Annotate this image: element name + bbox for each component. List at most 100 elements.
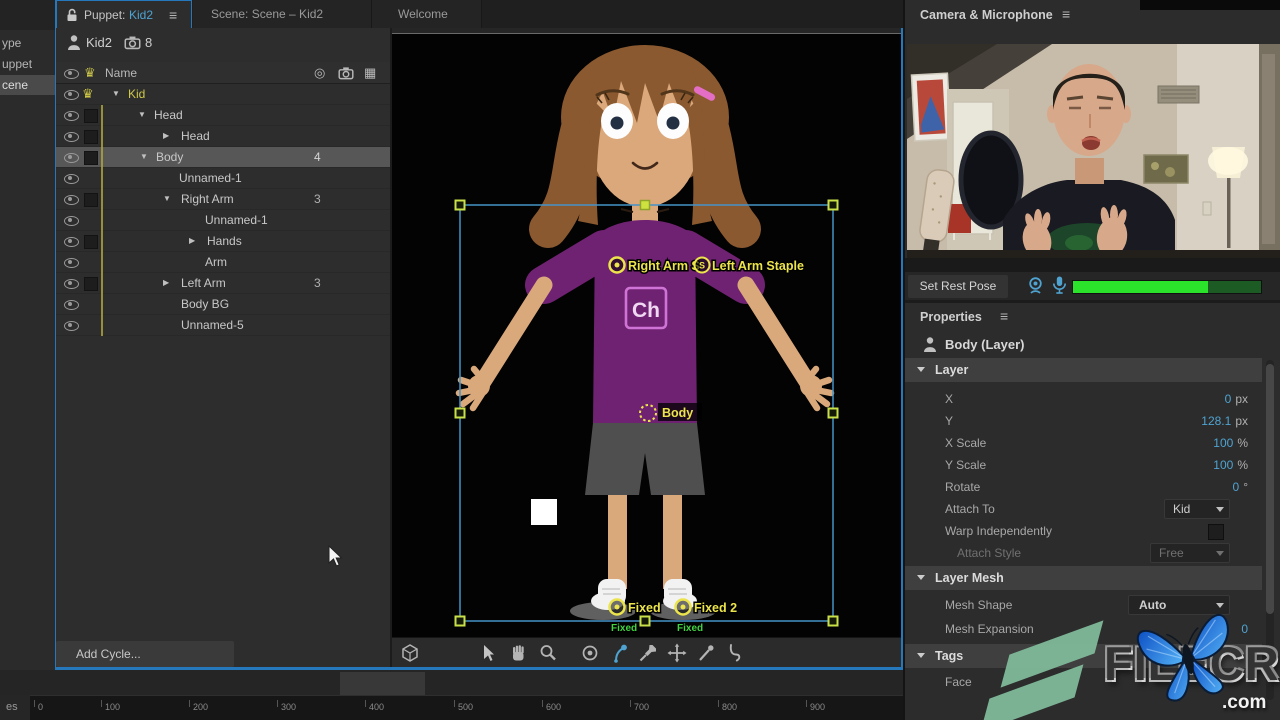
layer-name: Left Arm [181,273,226,293]
tag-checkbox[interactable] [84,277,98,291]
eye-icon[interactable] [64,216,79,226]
tag-checkbox[interactable] [84,151,98,165]
properties-menu-icon[interactable]: ≡ [1000,308,1008,324]
sidebar-item-type[interactable]: ype [0,33,55,53]
expand-arrow-icon[interactable]: ▶ [163,126,169,146]
mesh-column-icon[interactable]: ▦ [364,62,376,84]
expand-arrow-icon[interactable]: ▼ [112,84,120,104]
eye-icon[interactable] [64,153,79,163]
eye-icon[interactable] [64,132,79,142]
layer-row-unnamed5[interactable]: Unnamed-5 [56,315,390,336]
sidebar-item-scene[interactable]: cene [0,75,55,95]
takes-camera-icon[interactable] [124,35,141,50]
tag-checkbox[interactable] [84,109,98,123]
section-label: Tags [935,644,963,668]
tag-checkbox[interactable] [84,193,98,207]
eye-icon[interactable] [64,237,79,247]
webcam-letterbox [905,258,1280,272]
layer-row-unnamed1[interactable]: Unnamed-1 [56,168,390,189]
properties-title: Properties [920,310,982,324]
expand-arrow-icon[interactable]: ▼ [163,189,171,209]
sidebar-item-puppet[interactable]: uppet [0,54,55,74]
dropdown-value: Kid [1173,502,1190,516]
prop-value[interactable]: 0 [1241,622,1248,636]
chevron-down-icon [1216,551,1224,556]
pin-tool-icon[interactable] [638,643,658,663]
tab-puppet[interactable]: Puppet: Kid2 ≡ [56,0,192,28]
tab-welcome[interactable]: Welcome [372,0,482,28]
layer-row-hands[interactable]: ▶ Hands [56,231,390,252]
camera-input-icon[interactable] [1026,276,1045,295]
prop-label: Attach To [945,498,995,520]
section-layer[interactable]: Layer [905,358,1262,382]
eye-icon[interactable] [64,174,79,184]
prop-value[interactable]: 100 [1213,436,1233,450]
crown-column-icon: ♛ [84,62,96,84]
stick-tool-icon[interactable] [696,643,716,663]
section-label: Layer [935,358,968,382]
panel-menu-icon[interactable]: ≡ [169,1,177,29]
layer-row-head[interactable]: ▼ Head [56,105,390,126]
eye-icon[interactable] [64,321,79,331]
eye-icon[interactable] [64,90,79,100]
record-column-icon[interactable]: ◎ [314,62,325,84]
layer-row-kid[interactable]: ♛ ▼ Kid [56,84,390,105]
timeline-scroll-patch[interactable] [340,672,425,695]
section-chevron-down-icon [917,367,925,372]
takes-count: 8 [145,35,152,50]
warp-independently-checkbox[interactable] [1208,524,1224,540]
prop-value[interactable]: 0 [1225,392,1232,406]
layer-row-body-bg[interactable]: Body BG [56,294,390,315]
name-column-label: Name [105,62,137,84]
tag-checkbox[interactable] [84,235,98,249]
dangle-tool-icon[interactable] [724,643,744,663]
fixed-tag1: Fixed [611,623,637,634]
expand-arrow-icon[interactable]: ▼ [138,105,146,125]
expand-arrow-icon[interactable]: ▶ [189,231,195,251]
expand-arrow-icon[interactable]: ▶ [163,273,169,293]
layer-row-unnamed1b[interactable]: Unnamed-1 [56,210,390,231]
attach-to-dropdown[interactable]: Kid [1164,499,1230,519]
layer-row-head-child[interactable]: ▶ Head [56,126,390,147]
dropdown-value: Free [1159,546,1184,560]
prop-value[interactable]: 0 [1233,480,1240,494]
layer-row-right-arm[interactable]: ▼ Right Arm 3 [56,189,390,210]
eye-icon[interactable] [64,279,79,289]
section-chevron-down-icon [917,575,925,580]
focus-border-left [55,0,56,670]
microphone-input-icon[interactable] [1050,275,1069,295]
select-tool-icon[interactable] [478,643,498,663]
layer-name: Head [181,126,210,146]
prop-label: Attach Style [957,542,1021,564]
prop-value[interactable]: 100 [1213,458,1233,472]
transform-tool-icon[interactable] [667,643,687,663]
prop-value[interactable]: 128.1 [1201,414,1231,428]
set-rest-pose-button[interactable]: Set Rest Pose [908,275,1008,298]
eye-icon[interactable] [64,300,79,310]
tab-scene[interactable]: Scene: Scene – Kid2 [193,0,372,28]
camera-column-icon[interactable] [338,66,354,80]
timeline-ruler[interactable]: 0100200300400500600700800900 [30,695,903,720]
expand-arrow-icon[interactable]: ▼ [140,147,148,167]
crown-icon[interactable]: ♛ [82,84,94,104]
prop-row-warp: Warp Independently [905,520,1262,542]
origin-tool-icon[interactable] [580,643,600,663]
attach-style-dropdown[interactable]: Free [1150,543,1230,563]
tag-checkbox[interactable] [84,130,98,144]
layer-row-body[interactable]: ▼ Body 4 [56,147,390,168]
mesh-view-icon[interactable] [400,643,420,663]
hand-tool-icon[interactable] [508,643,528,663]
dragger-tool-icon[interactable] [609,643,629,663]
layer-row-arm[interactable]: Arm [56,252,390,273]
layer-row-left-arm[interactable]: ▶ Left Arm 3 [56,273,390,294]
eye-icon[interactable] [64,258,79,268]
prop-label: Y [945,410,953,432]
add-cycle-button[interactable]: Add Cycle... [56,641,234,667]
viewport-toolbar: (114%) [392,637,901,667]
eye-icon[interactable] [64,111,79,121]
properties-scrollbar-thumb[interactable] [1266,364,1274,614]
zoom-tool-icon[interactable] [538,643,558,663]
camera-panel-menu-icon[interactable]: ≡ [1062,6,1070,22]
eye-icon[interactable] [64,195,79,205]
section-layer-mesh[interactable]: Layer Mesh [905,566,1262,590]
